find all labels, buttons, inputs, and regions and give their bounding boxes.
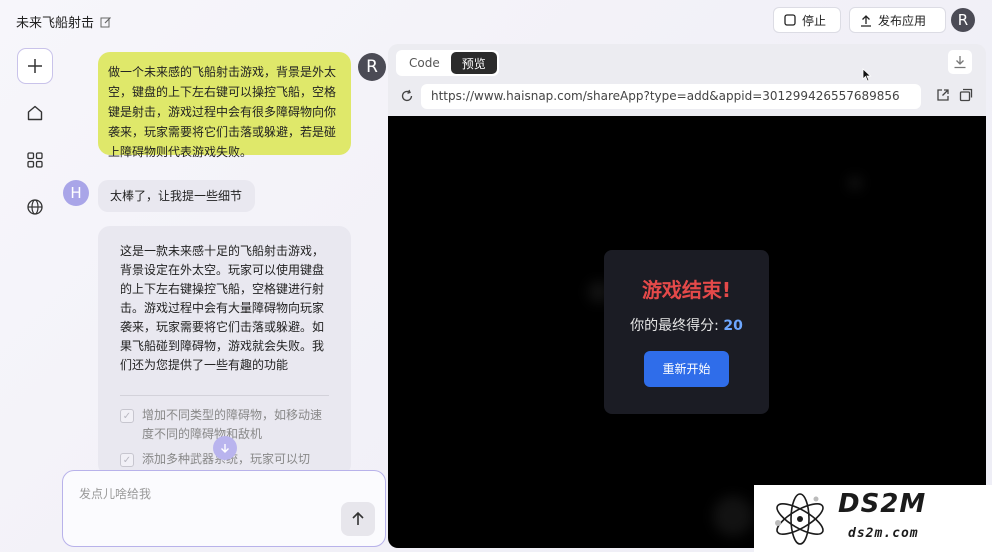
message-input[interactable] [79, 487, 329, 501]
scroll-down-button[interactable] [213, 436, 237, 460]
tab-code[interactable]: Code [398, 52, 451, 74]
game-over-title: 游戏结束! [641, 278, 732, 302]
final-score: 你的最终得分: 20 [604, 315, 769, 335]
stop-label: 停止 [802, 13, 827, 28]
send-button[interactable] [341, 502, 375, 536]
space-object [848, 176, 862, 190]
user-avatar[interactable]: R [951, 8, 975, 32]
feature-checkbox[interactable]: ✓ [120, 453, 134, 467]
watermark-domain: ds2m.com [848, 526, 919, 541]
user-message-avatar: R [358, 53, 386, 81]
upload-icon [861, 14, 871, 27]
globe-icon [27, 199, 43, 215]
reload-icon[interactable] [400, 89, 414, 103]
home-button[interactable] [17, 95, 53, 131]
mouse-cursor-icon [862, 68, 872, 82]
top-bar: 未来飞船射击 停止 发布应用 R [0, 0, 992, 40]
feature-checkbox[interactable]: ✓ [120, 409, 134, 423]
url-field[interactable]: https://www.haisnap.com/shareApp?type=ad… [421, 84, 921, 109]
game-canvas[interactable]: 游戏结束! 你的最终得分: 20 重新开始 [388, 116, 986, 548]
apps-button[interactable] [17, 142, 53, 178]
external-link-icon[interactable] [936, 88, 950, 102]
stop-button[interactable]: 停止 [773, 7, 841, 33]
message-composer [62, 470, 386, 547]
view-tabs: Code 预览 [396, 50, 499, 76]
game-over-dialog: 游戏结束! 你的最终得分: 20 重新开始 [604, 250, 769, 414]
watermark: DS2M ds2m.com [754, 485, 992, 552]
assistant-avatar: H [63, 180, 89, 206]
explore-button[interactable] [17, 189, 53, 225]
app-title: 未来飞船射击 [16, 16, 95, 31]
user-message: 做一个未来感的飞船射击游戏，背景是外太空，键盘的上下左右键可以操控飞船，空格键是… [98, 52, 351, 159]
download-icon [954, 56, 966, 69]
app-title-group: 未来飞船射击 [16, 12, 112, 31]
stop-icon [784, 14, 796, 26]
publish-button[interactable]: 发布应用 [849, 7, 946, 33]
atom-logo-icon [775, 493, 824, 545]
url-bar: https://www.haisnap.com/shareApp?type=ad… [388, 82, 986, 112]
space-object [713, 496, 753, 536]
plus-icon [28, 59, 42, 73]
edit-icon[interactable] [100, 16, 112, 28]
preview-panel: Code 预览 https://www.haisnap.com/shareApp… [388, 44, 986, 548]
assistant-message-short: 太棒了，让我提一些细节 [98, 180, 255, 212]
restart-button[interactable]: 重新开始 [644, 351, 729, 387]
watermark-text: DS2M [838, 489, 927, 519]
left-rail [14, 48, 56, 236]
message-divider [120, 395, 329, 396]
feature-text: 增加不同类型的障碍物，如移动速度不同的障碍物和敌机 [142, 408, 323, 441]
arrow-up-icon [352, 511, 364, 525]
home-icon [27, 105, 43, 121]
new-chat-button[interactable] [17, 48, 53, 84]
duplicate-window-icon[interactable] [959, 88, 973, 102]
grid-icon [27, 152, 43, 168]
score-label: 你的最终得分: [630, 318, 719, 334]
arrow-down-icon [221, 444, 229, 453]
publish-label: 发布应用 [878, 13, 927, 28]
score-value: 20 [723, 318, 743, 334]
assistant-message-text: 这是一款未来感十足的飞船射击游戏，背景设定在外太空。玩家可以使用键盘的上下左右键… [120, 244, 325, 372]
download-button[interactable] [948, 50, 972, 74]
tab-preview[interactable]: 预览 [450, 52, 497, 74]
